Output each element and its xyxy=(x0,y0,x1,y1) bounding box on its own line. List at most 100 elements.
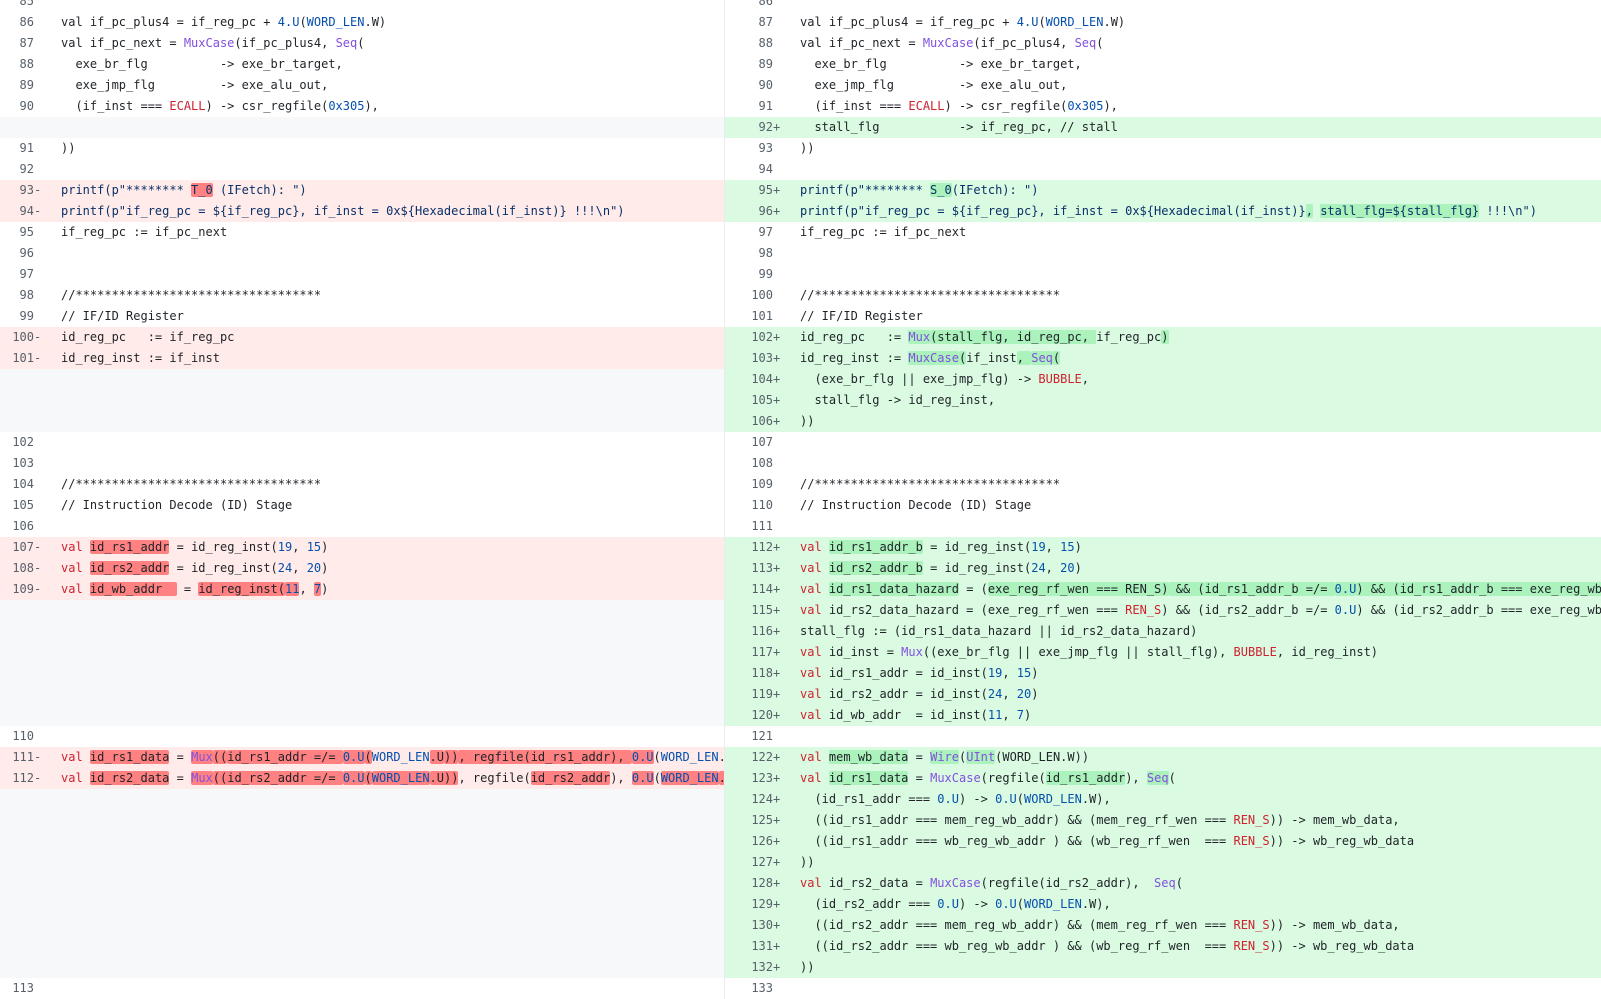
line-number[interactable]: 87 xyxy=(739,12,773,33)
line-number[interactable]: 119 xyxy=(739,684,773,705)
line-number[interactable]: 94 xyxy=(739,159,773,180)
line-number[interactable]: 108 xyxy=(739,453,773,474)
line-number[interactable]: 93 xyxy=(0,180,34,201)
line-number[interactable]: 92 xyxy=(739,117,773,138)
line-number[interactable]: 100 xyxy=(0,327,34,348)
code-line: val if_pc_plus4 = if_reg_pc + 4.U(WORD_L… xyxy=(800,12,1601,33)
line-number[interactable]: 95 xyxy=(0,222,34,243)
code-line: // Instruction Decode (ID) Stage xyxy=(61,495,724,516)
line-number[interactable]: 89 xyxy=(0,75,34,96)
line-number[interactable]: 127 xyxy=(739,852,773,873)
line-number[interactable]: 97 xyxy=(739,222,773,243)
line-number[interactable]: 107 xyxy=(739,432,773,453)
line-number[interactable]: 99 xyxy=(0,306,34,327)
code-token: exe_jmp_flg -> exe_alu_out, xyxy=(800,78,1068,92)
line-number[interactable]: 124 xyxy=(739,789,773,810)
code-token: = xyxy=(169,750,192,764)
line-number[interactable]: 92 xyxy=(0,159,34,180)
line-number[interactable]: 101 xyxy=(739,306,773,327)
line-number[interactable]: 123 xyxy=(739,768,773,789)
line-number[interactable]: 95 xyxy=(739,180,773,201)
line-number[interactable]: 130 xyxy=(739,915,773,936)
code-token: if_reg_pc := if_pc_next xyxy=(61,225,228,239)
line-number[interactable]: 126 xyxy=(739,831,773,852)
line-number[interactable]: 106 xyxy=(739,411,773,432)
code-line: )) xyxy=(800,138,1601,159)
line-number[interactable]: 111 xyxy=(0,747,34,768)
line-number[interactable]: 112 xyxy=(0,768,34,789)
line-number[interactable]: 93 xyxy=(739,138,773,159)
line-number[interactable]: 113 xyxy=(0,978,34,999)
line-number[interactable]: 133 xyxy=(739,978,773,999)
line-number[interactable]: 86 xyxy=(739,0,773,12)
code-token: , xyxy=(292,561,307,575)
code-token: if_reg_pc xyxy=(1096,330,1162,344)
line-number[interactable]: 114 xyxy=(739,579,773,600)
line-number[interactable]: 99 xyxy=(739,264,773,285)
line-number[interactable]: 122 xyxy=(739,747,773,768)
line-number[interactable]: 112 xyxy=(739,537,773,558)
line-number[interactable]: 125 xyxy=(739,810,773,831)
line-number[interactable]: 85 xyxy=(0,0,34,12)
line-number[interactable]: 89 xyxy=(739,54,773,75)
line-number[interactable]: 101 xyxy=(0,348,34,369)
line-number[interactable]: 131 xyxy=(739,936,773,957)
line-number[interactable]: 129 xyxy=(739,894,773,915)
line-number[interactable]: 128 xyxy=(739,873,773,894)
diff-row: 106 111 xyxy=(0,516,1601,537)
line-number[interactable]: 110 xyxy=(739,495,773,516)
line-number[interactable]: 91 xyxy=(739,96,773,117)
line-number[interactable]: 115 xyxy=(739,600,773,621)
line-number[interactable]: 113 xyxy=(739,558,773,579)
left-diff-line xyxy=(0,642,724,663)
line-number[interactable]: 90 xyxy=(739,75,773,96)
line-number[interactable]: 118 xyxy=(739,663,773,684)
code-token: val if_pc_next = xyxy=(61,36,184,50)
line-number[interactable]: 88 xyxy=(739,33,773,54)
code-line: val id_wb_addr = id_inst(11, 7) xyxy=(800,705,1601,726)
line-number[interactable]: 98 xyxy=(739,243,773,264)
line-number[interactable]: 102 xyxy=(0,432,34,453)
line-number[interactable]: 102 xyxy=(739,327,773,348)
line-number[interactable]: 103 xyxy=(739,348,773,369)
line-number[interactable]: 86 xyxy=(0,12,34,33)
left-diff-line xyxy=(0,411,724,432)
line-number[interactable]: 120 xyxy=(739,705,773,726)
line-number[interactable]: 116 xyxy=(739,621,773,642)
code-token: id_reg_pc := if_reg_pc xyxy=(61,330,235,344)
line-number[interactable]: 90 xyxy=(0,96,34,117)
line-number[interactable]: 108 xyxy=(0,558,34,579)
line-number[interactable]: 109 xyxy=(739,474,773,495)
line-number[interactable]: 106 xyxy=(0,516,34,537)
diff-row: 98//********************************** 10… xyxy=(0,285,1601,306)
line-number[interactable]: 132 xyxy=(739,957,773,978)
line-number[interactable]: 96 xyxy=(739,201,773,222)
added-marker: + xyxy=(773,918,781,932)
left-diff-line xyxy=(0,621,724,642)
line-number[interactable]: 91 xyxy=(0,138,34,159)
diff-row: 90 (if_inst === ECALL) -> csr_regfile(0x… xyxy=(0,96,1601,117)
line-number[interactable]: 100 xyxy=(739,285,773,306)
line-number[interactable]: 103 xyxy=(0,453,34,474)
line-number[interactable]: 107 xyxy=(0,537,34,558)
code-token: stall_flg -> if_reg_pc, // stall xyxy=(800,120,1118,134)
line-number[interactable]: 105 xyxy=(0,495,34,516)
line-number[interactable]: 97 xyxy=(0,264,34,285)
line-number[interactable]: 96 xyxy=(0,243,34,264)
right-diff-line: 125 + ((id_rs1_addr === mem_reg_wb_addr) … xyxy=(724,810,1601,831)
code-line: stall_flg -> id_reg_inst, xyxy=(800,390,1601,411)
code-token: id_rs1_data_hazard xyxy=(828,582,959,596)
line-number[interactable]: 110 xyxy=(0,726,34,747)
line-number[interactable]: 104 xyxy=(739,369,773,390)
line-number[interactable]: 104 xyxy=(0,474,34,495)
line-number[interactable]: 117 xyxy=(739,642,773,663)
line-number[interactable]: 88 xyxy=(0,54,34,75)
line-number[interactable]: 111 xyxy=(739,516,773,537)
line-number[interactable]: 109 xyxy=(0,579,34,600)
line-number[interactable]: 94 xyxy=(0,201,34,222)
line-number[interactable]: 98 xyxy=(0,285,34,306)
line-number[interactable]: 87 xyxy=(0,33,34,54)
line-number[interactable]: 121 xyxy=(739,726,773,747)
line-number[interactable]: 105 xyxy=(739,390,773,411)
